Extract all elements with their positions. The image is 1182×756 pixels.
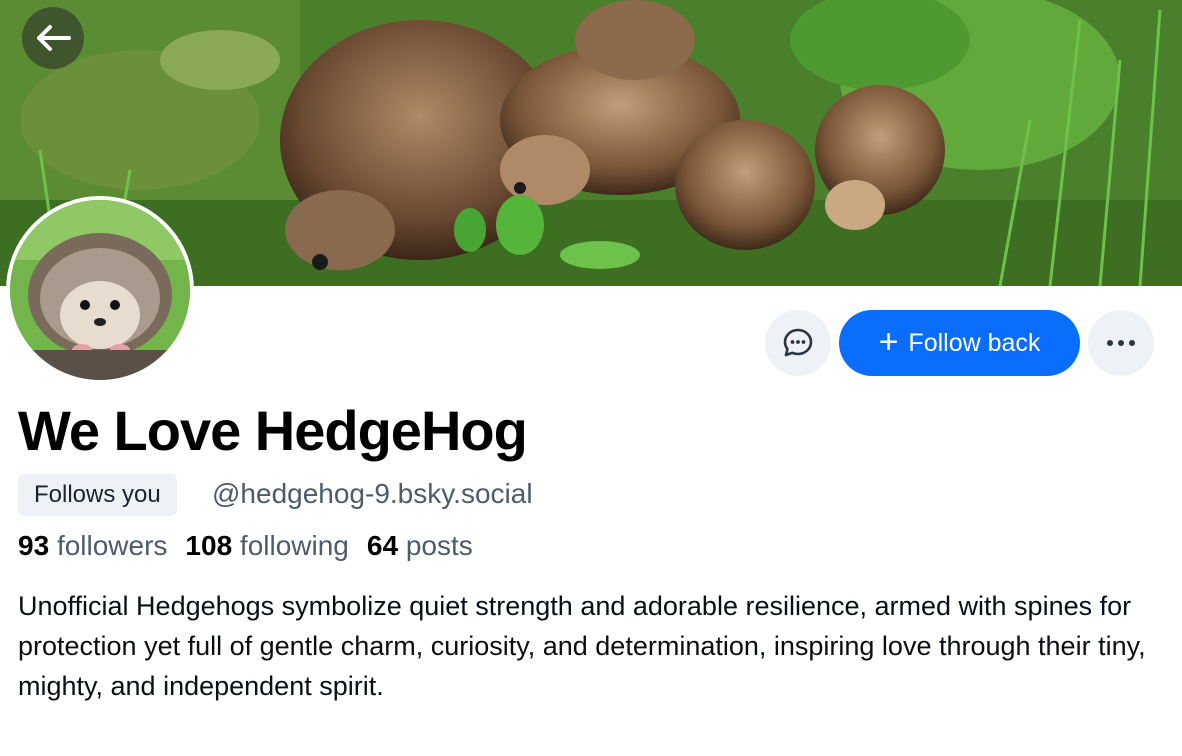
avatar-image — [10, 200, 190, 380]
avatar[interactable] — [6, 196, 194, 384]
follow-back-button[interactable]: + Follow back — [839, 310, 1080, 376]
profile-handle[interactable]: @hedgehog-9.bsky.social — [212, 478, 533, 510]
profile-bio: Unofficial Hedgehogs symbolize quiet str… — [18, 591, 1146, 701]
followers-count: 93 — [18, 530, 50, 561]
display-name: We Love HedgeHog — [18, 399, 528, 462]
follows-you-badge: Follows you — [18, 474, 177, 516]
posts-stat: 64 posts — [367, 530, 473, 562]
following-count: 108 — [185, 530, 233, 561]
profile-stats: 93 followers 108 following 64 posts — [18, 530, 473, 562]
back-button[interactable] — [22, 7, 84, 69]
message-button[interactable] — [765, 310, 831, 376]
more-options-button[interactable] — [1088, 310, 1154, 376]
followers-stat[interactable]: 93 followers — [18, 530, 167, 562]
plus-icon: + — [878, 322, 899, 361]
posts-label: posts — [405, 530, 473, 561]
follow-back-label: Follow back — [908, 328, 1041, 357]
arrow-left-icon — [37, 25, 71, 51]
chat-bubble-icon — [783, 328, 813, 357]
following-label: following — [239, 530, 349, 561]
ellipsis-icon — [1107, 340, 1135, 346]
followers-label: followers — [56, 530, 168, 561]
following-stat[interactable]: 108 following — [185, 530, 348, 562]
posts-count: 64 — [366, 530, 399, 561]
